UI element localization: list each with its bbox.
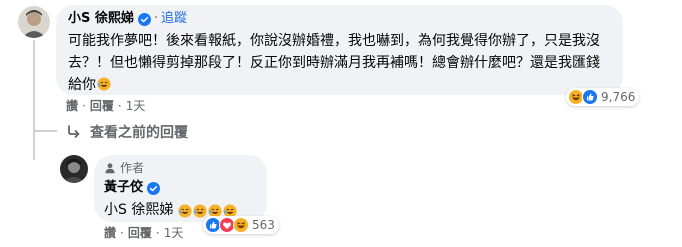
comment-body: 可能我作夢吧！後來看報紙，你說沒辦婚禮，我也嚇到，為何我覺得你辦了，只是我沒去？… [68,33,600,93]
author-badge: 作者 [104,160,255,176]
reply-reactions[interactable]: 563 [203,216,279,234]
like-reaction-icon [582,89,598,105]
reply-reaction-count: 563 [252,218,275,232]
like-button[interactable]: 讚 [104,224,116,241]
laughing-emoji-icon [178,203,192,218]
laughing-emoji-icon [208,203,222,218]
commenter-avatar[interactable] [18,6,50,38]
author-badge-icon [104,162,120,174]
haha-reaction-icon [233,217,249,233]
comment-text: 可能我作夢吧！後來看報紙，你說沒辦婚禮，我也嚇到，為何我覺得你辦了，只是我沒去？… [68,30,611,96]
like-button[interactable]: 讚 [66,97,78,114]
comment-reactions[interactable]: 9,766 [566,88,640,106]
verified-badge-icon [147,181,161,195]
reply-button[interactable]: 回覆 [90,97,114,114]
reply-bubble: 作者 黃子佼 小S 徐熙娣 [94,155,267,222]
separator-dot: · [120,225,124,240]
reply-button[interactable]: 回覆 [128,224,152,241]
verified-badge-icon [137,12,151,26]
reply-author-avatar[interactable] [60,155,88,183]
view-previous-replies-link[interactable]: 查看之前的回覆 [66,122,188,142]
comment-actions: 讚 · 回覆 · 1天 [66,97,145,114]
reply-timestamp[interactable]: 1天 [164,224,184,241]
separator-dot: · [117,98,122,113]
reply-mention[interactable]: 小S 徐熙娣 [104,199,173,221]
follow-button[interactable]: 追蹤 [161,11,187,27]
reply-author-name[interactable]: 黃子佼 [104,180,143,196]
thread-line [33,40,35,160]
comment-bubble: 小S 徐熙娣 · 追蹤 可能我作夢吧！後來看報紙，你說沒辦婚禮，我也嚇到，為何我… [56,5,623,95]
separator-dot: · [155,225,160,240]
comment-reaction-count: 9,766 [601,90,636,104]
separator-dot: · [153,11,159,26]
author-badge-label: 作者 [120,161,145,175]
laughing-emoji-icon [193,203,207,218]
comment-author-name[interactable]: 小S 徐熙娣 [68,11,134,27]
comment-timestamp[interactable]: 1天 [126,97,146,114]
view-previous-replies-label: 查看之前的回覆 [90,125,188,141]
separator-dot: · [82,98,86,113]
reply-arrow-icon [66,124,90,140]
laughing-emoji-icon [223,203,237,218]
thread-line-branch [33,130,57,132]
laughing-emoji-icon [97,76,111,91]
reply-actions: 讚 · 回覆 · 1天 [104,224,183,241]
